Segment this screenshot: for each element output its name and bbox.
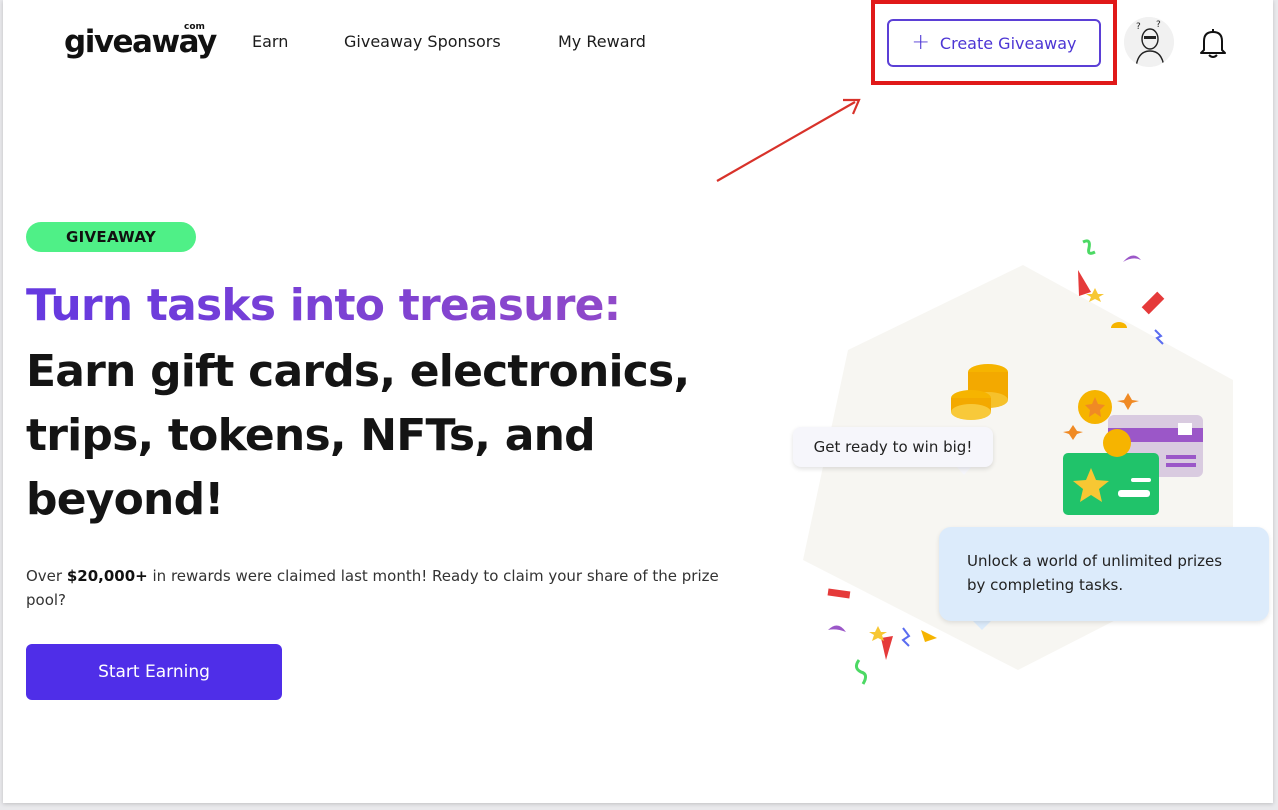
subtext-prefix: Over (26, 567, 67, 585)
avatar-icon: ? ? (1124, 17, 1174, 67)
headline-accent: Turn tasks into treasure: (26, 278, 621, 334)
headline: Earn gift cards, electronics, trips, tok… (26, 340, 706, 532)
headline-line-2: trips, tokens, NFTs, and (26, 410, 596, 461)
logo-suffix: com (184, 22, 205, 32)
plus-icon: + (911, 30, 930, 55)
speech-bubble-large: Unlock a world of unlimited prizes by co… (939, 527, 1269, 621)
subtext-amount: $20,000+ (66, 567, 148, 585)
site-logo[interactable]: giveaway com (64, 22, 217, 64)
bell-icon[interactable] (1199, 27, 1227, 59)
page: giveaway com Earn Giveaway Sponsors My R… (3, 0, 1273, 803)
nav-my-reward[interactable]: My Reward (558, 32, 646, 52)
user-avatar[interactable]: ? ? (1124, 17, 1174, 67)
headline-line-1: Earn gift cards, electronics, (26, 346, 690, 397)
create-giveaway-label: Create Giveaway (939, 33, 1077, 53)
annotation-arrow (716, 98, 861, 182)
create-giveaway-button[interactable]: + Create Giveaway (887, 19, 1101, 67)
hero-subtext: Over $20,000+ in rewards were claimed la… (26, 564, 736, 612)
speech-bubble-small: Get ready to win big! (793, 427, 993, 467)
svg-text:?: ? (1156, 20, 1161, 30)
headline-line-3: beyond! (26, 474, 224, 525)
nav-giveaway-sponsors[interactable]: Giveaway Sponsors (344, 32, 501, 52)
nav-earn[interactable]: Earn (252, 32, 288, 52)
svg-text:?: ? (1136, 22, 1141, 32)
giveaway-badge: GIVEAWAY (26, 222, 196, 252)
start-earning-button[interactable]: Start Earning (26, 644, 282, 700)
